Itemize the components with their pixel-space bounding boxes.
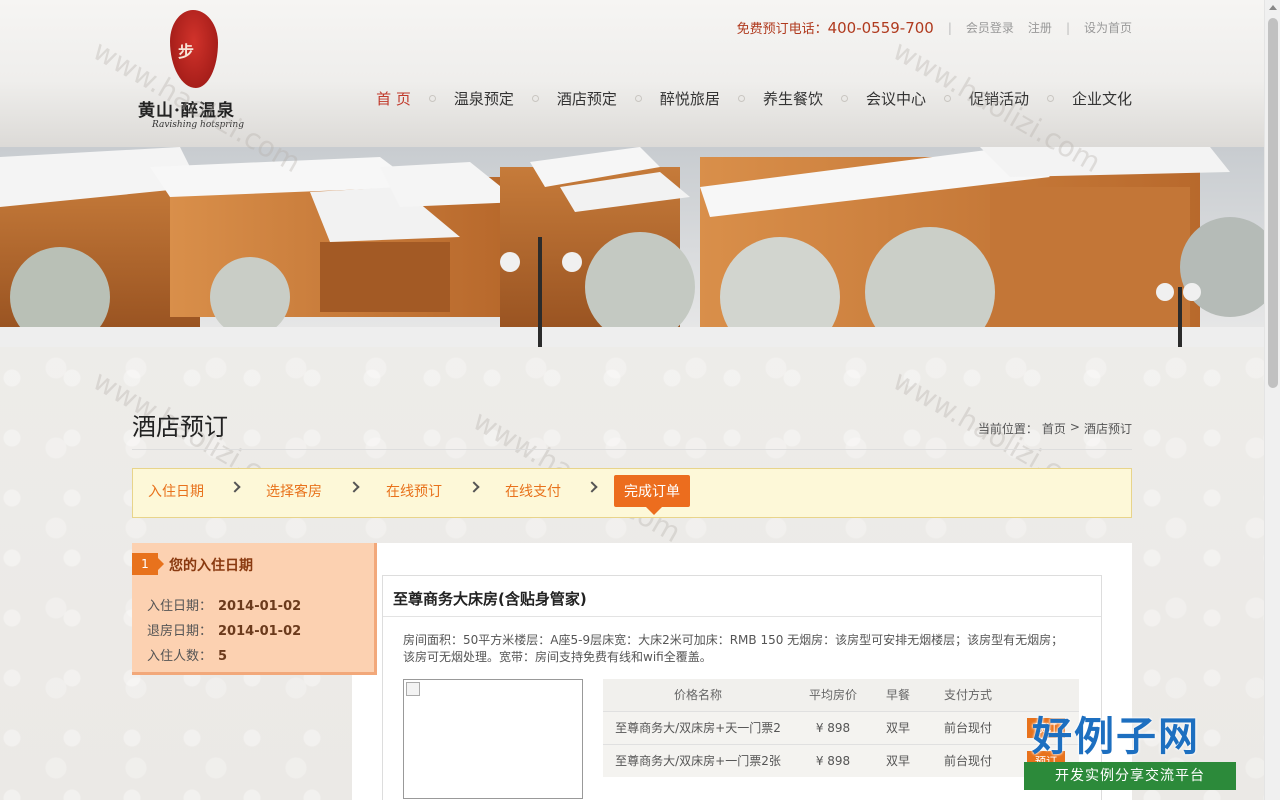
logo-english-name: Ravishing hotspring [152,120,244,130]
step-select-room[interactable]: 选择客房 [266,481,322,501]
rate-payment: 前台现付 [923,743,1013,777]
broken-image-icon [406,682,420,696]
breadcrumb-current[interactable]: 酒店预订 [1084,420,1132,437]
rate-price: ¥ 898 [793,743,873,777]
title-divider [132,449,1132,450]
nav-hotspring-booking[interactable]: 温泉预定 [454,88,514,109]
member-login-link[interactable]: 会员登录 [966,19,1014,36]
breadcrumb-home-link[interactable]: 首页 [1042,420,1066,437]
checkout-date-row: 退房日期： 2014-01-02 [147,624,302,639]
step-checkin-date[interactable]: 入住日期 [148,481,204,501]
set-homepage-link[interactable]: 设为首页 [1084,19,1132,36]
nav-hotel-booking[interactable]: 酒店预定 [557,88,617,109]
scrollbar-thumb[interactable] [1268,18,1278,388]
site-header: 步 黄山·醉温泉 Ravishing hotspring 免费预订电话：400-… [0,0,1264,147]
logo-seal: 步 [170,10,218,88]
site-logo[interactable]: 步 黄山·醉温泉 Ravishing hotspring [138,10,248,135]
table-row: 至尊商务大/双床房+一门票2张 ¥ 898 双早 前台现付 预订 [603,743,1079,777]
nav-dining[interactable]: 养生餐饮 [763,88,823,109]
hotline: 免费预订电话：400-0559-700 [736,19,934,37]
checkin-date-row: 入住日期： 2014-01-02 [147,599,302,614]
vertical-scrollbar[interactable] [1264,0,1280,800]
rate-name: 至尊商务大/双床房+一门票2张 [603,743,793,777]
chevron-right-icon [468,481,480,493]
room-description: 房间面积：50平方米楼层：A座5-9层床宽：大床2米可加床：RMB 150 无烟… [403,633,1064,664]
column-header: 价格名称 [603,679,793,711]
column-header: 平均房价 [793,679,873,711]
nav-culture[interactable]: 企业文化 [1072,88,1132,109]
chevron-right-icon [229,481,241,493]
main-nav: 首 页 温泉预定 酒店预定 醉悦旅居 养生餐饮 会议中心 促销活动 企业文化 [376,88,1132,109]
room-name: 至尊商务大床房(含贴身管家) [393,590,587,608]
step-online-payment[interactable]: 在线支付 [505,481,561,501]
guest-count-row: 入住人数： 5 [147,649,228,664]
scroll-up-icon[interactable] [1269,5,1277,10]
nav-promotions[interactable]: 促销活动 [969,88,1029,109]
nav-separator [428,95,436,102]
nav-meeting[interactable]: 会议中心 [866,88,926,109]
badge-title: 好例子网 [1032,714,1200,760]
top-links: 免费预订电话：400-0559-700 | 会员登录 注册 | 设为首页 [736,19,1132,37]
badge-subtitle: 开发实例分享交流平台 [1024,762,1236,790]
logo-chinese-name: 黄山·醉温泉 [138,101,235,121]
room-divider [383,616,1101,617]
register-link[interactable]: 注册 [1028,19,1052,36]
table-header-row: 价格名称 平均房价 早餐 支付方式 [603,679,1079,711]
room-card: 至尊商务大床房(含贴身管家) 房间面积：50平方米楼层：A座5-9层床宽：大床2… [382,575,1102,800]
price-table: 价格名称 平均房价 早餐 支付方式 至尊商务大/双床房+天一门票2 ¥ 898 … [603,679,1079,777]
checkin-summary-title: 您的入住日期 [169,558,253,574]
table-row: 至尊商务大/双床房+天一门票2 ¥ 898 双早 前台现付 预订 [603,710,1079,744]
column-header: 支付方式 [923,679,1013,711]
nav-stay[interactable]: 醉悦旅居 [660,88,720,109]
rate-payment: 前台现付 [923,710,1013,744]
column-header: 早餐 [873,679,923,711]
hero-banner-image [0,147,1264,347]
breadcrumb: 当前位置： 首页 > 酒店预订 [977,420,1132,437]
rate-breakfast: 双早 [873,743,923,777]
chevron-right-icon [586,481,598,493]
rate-breakfast: 双早 [873,710,923,744]
nav-home[interactable]: 首 页 [376,88,411,109]
room-image [403,679,583,799]
page-title: 酒店预订 [132,413,228,441]
rate-price: ¥ 898 [793,710,873,744]
chevron-right-icon [348,481,360,493]
step-number-badge: 1 [132,553,164,575]
checkin-summary-panel: 1 您的入住日期 入住日期： 2014-01-02 退房日期： 2014-01-02… [132,543,377,675]
rate-name: 至尊商务大/双床房+天一门票2 [603,710,793,744]
site-badge-watermark: 好例子网 开发实例分享交流平台 [1024,704,1236,796]
booking-steps: 入住日期 选择客房 在线预订 在线支付 完成订单 [132,468,1132,518]
step-complete-order[interactable]: 完成订单 [614,475,690,515]
step-online-booking[interactable]: 在线预订 [386,481,442,501]
